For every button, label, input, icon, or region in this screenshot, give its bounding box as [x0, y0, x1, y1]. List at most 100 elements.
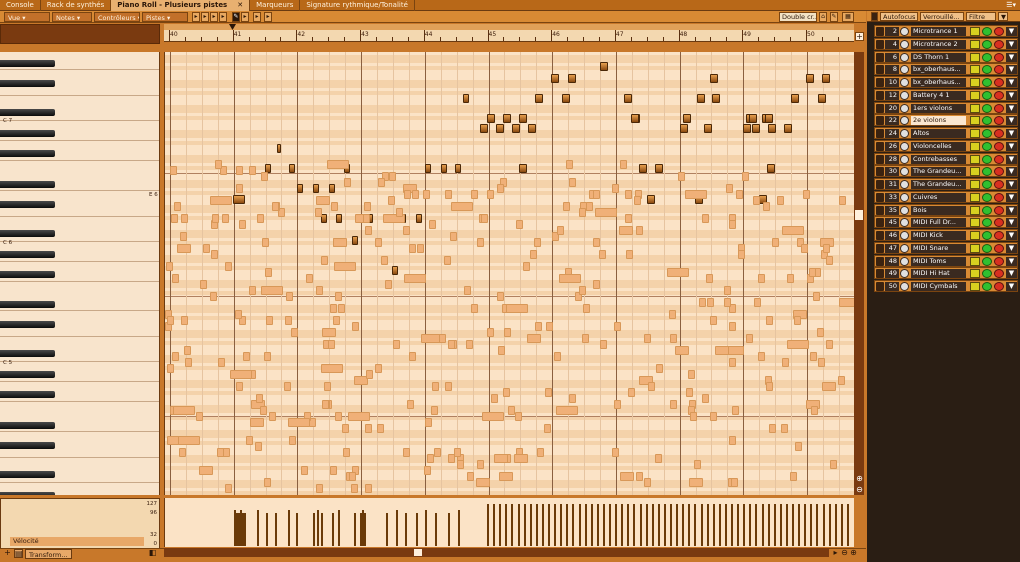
edit-toggle-icon[interactable]: [970, 218, 980, 228]
edit-toggle-icon[interactable]: [970, 65, 980, 75]
midi-note[interactable]: [710, 74, 718, 83]
notes-menu[interactable]: Notes: [52, 12, 92, 22]
velocity-bar[interactable]: [266, 513, 268, 546]
midi-note[interactable]: [568, 74, 576, 83]
edit-toggle-icon[interactable]: [970, 269, 980, 279]
midi-note[interactable]: [392, 266, 398, 275]
velocity-bar[interactable]: [554, 504, 556, 546]
velocity-bar[interactable]: [664, 504, 666, 546]
velocity-bar[interactable]: [536, 504, 538, 546]
midi-note[interactable]: [233, 195, 245, 204]
velocity-bar[interactable]: [798, 504, 800, 546]
track-name[interactable]: MIDI Toms: [911, 256, 966, 266]
velocity-bar[interactable]: [572, 504, 574, 546]
filter-track-icon[interactable]: ▼: [1006, 192, 1017, 202]
midi-note[interactable]: [624, 94, 632, 103]
track-name[interactable]: The Grandeu...: [911, 167, 966, 177]
edit-toggle-icon[interactable]: [970, 103, 980, 113]
track-row[interactable]: 45 MIDI Full Dr... ▼: [874, 216, 1018, 229]
velocity-bar[interactable]: [841, 504, 843, 546]
black-key[interactable]: [0, 371, 55, 378]
tool-pencil-icon[interactable]: ✎: [232, 12, 240, 22]
filter-track-icon[interactable]: ▼: [1006, 218, 1017, 228]
velocity-bar[interactable]: [652, 504, 654, 546]
track-row[interactable]: 26 Violoncelles ▼: [874, 139, 1018, 152]
solo-icon[interactable]: [982, 65, 992, 75]
velocity-bar[interactable]: [731, 504, 733, 546]
track-name[interactable]: Microtrance 2: [911, 39, 966, 49]
midi-note[interactable]: [680, 124, 688, 133]
lock-icon[interactable]: [876, 180, 884, 189]
time-ruler[interactable]: 40 41 42 43 44 45 46 47 48 49 50: [164, 30, 854, 42]
instrument-icon[interactable]: [900, 52, 909, 62]
filter-track-icon[interactable]: ▼: [1006, 78, 1017, 87]
midi-note[interactable]: [647, 195, 655, 204]
velocity-bar[interactable]: [542, 504, 544, 546]
track-name[interactable]: DS Thorn 1: [911, 52, 966, 62]
velocity-bar[interactable]: [396, 510, 398, 546]
lock-all-icon[interactable]: [871, 12, 878, 21]
velocity-bar[interactable]: [725, 504, 727, 546]
instrument-icon[interactable]: [900, 39, 909, 49]
snap-resolution-select[interactable]: Double cr...: [779, 12, 817, 22]
black-key[interactable]: [0, 421, 55, 429]
controllers-menu[interactable]: Contrôleurs: [94, 12, 140, 22]
black-key[interactable]: [0, 130, 55, 137]
velocity-bar[interactable]: [425, 510, 427, 546]
edit-toggle-icon[interactable]: [970, 27, 980, 36]
velocity-bar[interactable]: [321, 513, 323, 546]
black-key[interactable]: [0, 80, 55, 87]
velocity-bar[interactable]: [621, 504, 623, 546]
track-row[interactable]: 8 bx_oberhaus... ▼: [874, 63, 1018, 76]
velocity-bar[interactable]: [670, 504, 672, 546]
solo-icon[interactable]: [982, 282, 992, 291]
tool-select-icon[interactable]: ▸: [192, 12, 200, 22]
track-row[interactable]: 6 DS Thorn 1 ▼: [874, 50, 1018, 63]
lock-icon[interactable]: [876, 116, 884, 126]
record-icon[interactable]: [994, 218, 1004, 228]
velocity-bar[interactable]: [275, 513, 277, 546]
midi-note[interactable]: [639, 164, 647, 173]
track-row[interactable]: 22 2e violons ▼: [874, 114, 1018, 127]
black-key[interactable]: [0, 200, 55, 208]
track-row[interactable]: 2 Microtrance 1 ▼: [874, 25, 1018, 37]
solo-icon[interactable]: [982, 243, 992, 253]
velocity-bar[interactable]: [707, 504, 709, 546]
lock-icon[interactable]: [876, 231, 884, 240]
midi-note[interactable]: [743, 124, 751, 133]
track-name[interactable]: Microtrance 1: [911, 27, 966, 36]
instrument-icon[interactable]: [900, 231, 909, 240]
velocity-bar[interactable]: [511, 504, 513, 546]
instrument-icon[interactable]: [900, 90, 909, 100]
velocity-bar[interactable]: [743, 504, 745, 546]
velocity-bar[interactable]: [615, 504, 617, 546]
lock-icon[interactable]: [876, 141, 884, 151]
midi-note[interactable]: [655, 164, 663, 173]
velocity-bar[interactable]: [530, 504, 532, 546]
midi-note[interactable]: [704, 124, 712, 133]
velocity-bar[interactable]: [682, 504, 684, 546]
track-row[interactable]: 49 MIDI Hi Hat ▼: [874, 267, 1018, 280]
lock-icon[interactable]: [876, 154, 884, 164]
track-row[interactable]: 4 Microtrance 2 ▼: [874, 37, 1018, 50]
velocity-bar[interactable]: [591, 504, 593, 546]
midi-note[interactable]: [631, 114, 639, 123]
record-icon[interactable]: [994, 192, 1004, 202]
filter-track-icon[interactable]: ▼: [1006, 231, 1017, 240]
solo-icon[interactable]: [982, 256, 992, 266]
velocity-bar[interactable]: [317, 510, 319, 546]
instrument-icon[interactable]: [900, 218, 909, 228]
velocity-bar[interactable]: [768, 504, 770, 546]
filter-track-icon[interactable]: ▼: [1006, 167, 1017, 177]
midi-note[interactable]: [712, 94, 720, 103]
black-key[interactable]: [0, 470, 55, 478]
velocity-bar[interactable]: [487, 504, 489, 546]
solo-icon[interactable]: [982, 116, 992, 126]
solo-icon[interactable]: [982, 52, 992, 62]
black-key[interactable]: [0, 60, 55, 67]
record-icon[interactable]: [994, 52, 1004, 62]
record-icon[interactable]: [994, 65, 1004, 75]
velocity-bar[interactable]: [499, 504, 501, 546]
black-key[interactable]: [0, 391, 55, 398]
midi-note[interactable]: [752, 124, 760, 133]
